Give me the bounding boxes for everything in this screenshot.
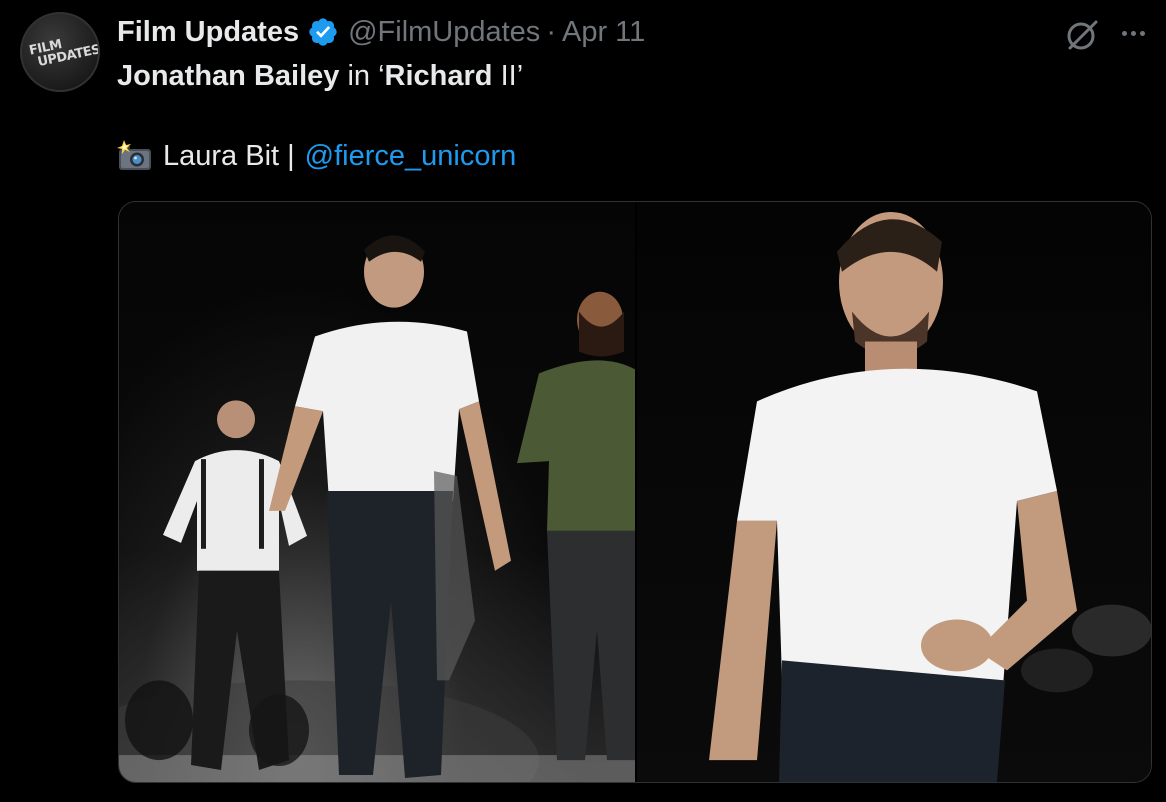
photo-left-scene	[119, 235, 635, 782]
tweet-play-name: Richard	[384, 60, 493, 92]
tweet-media[interactable]	[118, 201, 1152, 783]
tweet-date[interactable]: Apr 11	[562, 16, 645, 49]
tweet-line-title: Jonathan Bailey in ‘Richard II’	[117, 56, 1017, 96]
tweet-in-text: in ‘	[339, 60, 385, 92]
avatar-logo: FILM UPDATES	[28, 32, 98, 71]
tweet-text: Jonathan Bailey in ‘Richard II’ Laura Bi…	[117, 56, 1017, 176]
grok-icon[interactable]	[1064, 17, 1100, 53]
tweet-header: Film Updates @FilmUpdates · Apr 11	[117, 14, 645, 50]
photo-credit-mention[interactable]: @fierce_unicorn	[305, 136, 517, 176]
tweet-play-suffix: II’	[492, 60, 524, 92]
author-display-name[interactable]: Film Updates	[117, 16, 299, 49]
verified-badge-icon[interactable]	[307, 16, 339, 48]
header-separator: ·	[546, 15, 556, 48]
tweet-photo-credit: Laura Bit | @fierce_unicorn	[117, 136, 1017, 176]
author-avatar[interactable]: FILM UPDATES	[20, 12, 100, 92]
camera-flash-icon	[117, 140, 151, 170]
more-options-icon[interactable]	[1117, 17, 1149, 49]
author-handle[interactable]: @FilmUpdates	[348, 16, 540, 49]
media-photo-left[interactable]	[119, 202, 635, 782]
tweet-actor-name: Jonathan Bailey	[117, 60, 340, 92]
tweet[interactable]: FILM UPDATES Film Updates @FilmUpdates ·…	[0, 0, 1166, 802]
photo-right-scene	[709, 211, 1151, 782]
photo-credit-name: Laura Bit |	[163, 140, 295, 172]
media-photo-right[interactable]	[637, 202, 1151, 782]
